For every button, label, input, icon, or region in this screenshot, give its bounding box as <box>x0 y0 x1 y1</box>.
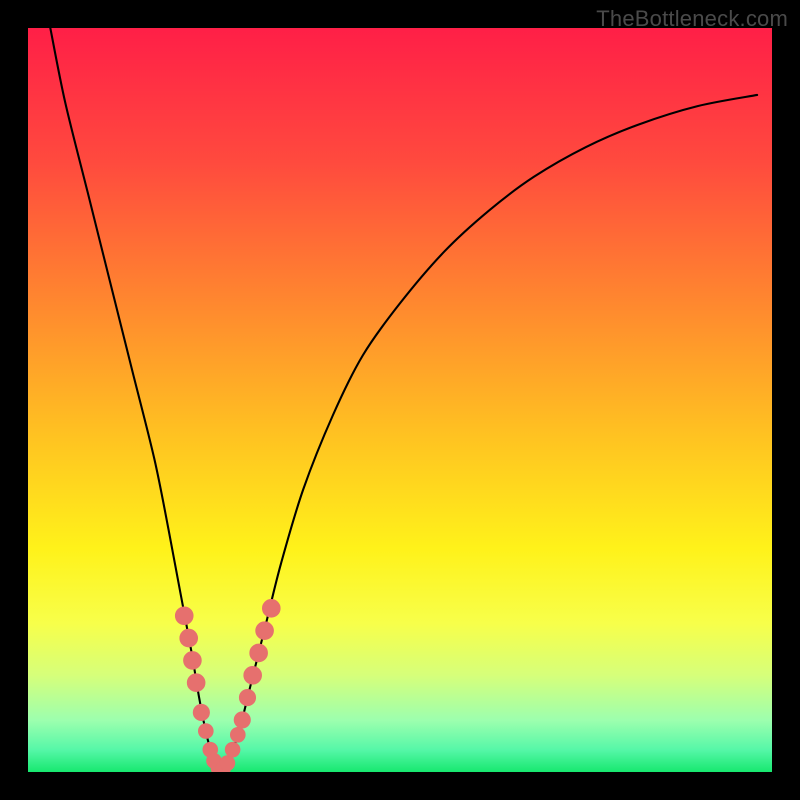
data-marker <box>230 727 245 742</box>
data-marker <box>175 607 193 625</box>
watermark-text: TheBottleneck.com <box>596 6 788 32</box>
data-marker <box>220 756 235 771</box>
data-marker <box>256 622 274 640</box>
data-marker <box>198 724 213 739</box>
data-marker <box>244 666 262 684</box>
markers-group <box>175 599 280 772</box>
plot-area <box>28 28 772 772</box>
data-marker <box>234 712 250 728</box>
data-marker <box>250 644 268 662</box>
data-marker <box>193 704 209 720</box>
data-marker <box>183 651 201 669</box>
data-marker <box>187 674 205 692</box>
outer-frame: TheBottleneck.com <box>0 0 800 800</box>
data-marker <box>262 599 280 617</box>
data-marker <box>225 742 240 757</box>
chart-svg <box>28 28 772 772</box>
data-marker <box>239 689 255 705</box>
data-marker <box>180 629 198 647</box>
bottleneck-curve <box>50 28 757 772</box>
